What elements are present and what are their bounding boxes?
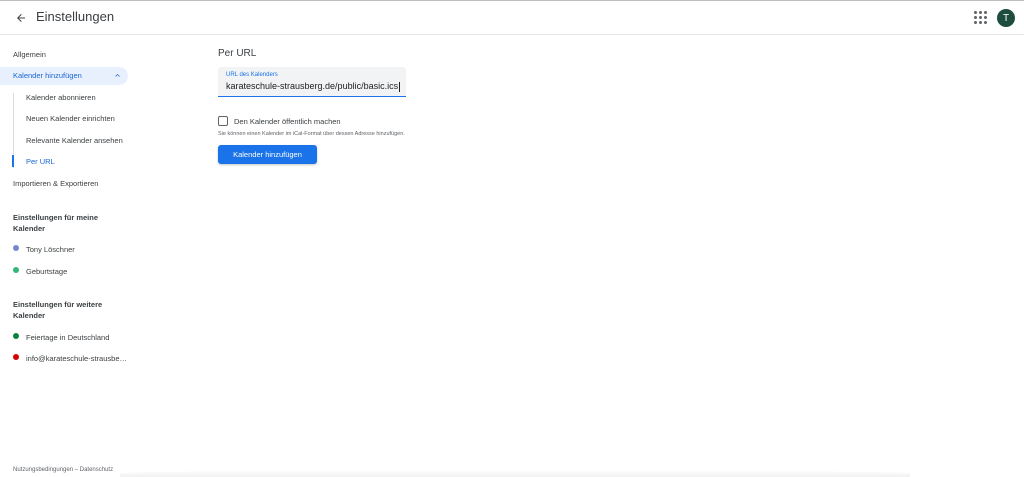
settings-sidebar: Allgemein Kalender hinzufügen Kalender a… <box>0 36 135 477</box>
privacy-link[interactable]: Datenschutz <box>80 467 113 473</box>
sidebar-item-label: Kalender hinzufügen <box>13 71 82 80</box>
sidebar-item-general[interactable]: Allgemein <box>13 50 46 59</box>
back-button[interactable] <box>10 7 32 29</box>
sidebar-item-per-url[interactable]: Per URL <box>26 157 55 166</box>
calendar-url-input[interactable]: URL des Kalenders karateschule-strausber… <box>218 67 406 97</box>
sidebar-item-create-new[interactable]: Neuen Kalender einrichten <box>26 114 115 123</box>
page-title: Einstellungen <box>36 9 115 24</box>
make-public-label[interactable]: Den Kalender öffentlich machen <box>234 117 341 126</box>
my-calendar-item[interactable]: Tony Löschner <box>13 244 75 254</box>
other-calendars-heading: Einstellungen für weitere Kalender <box>13 300 103 320</box>
submenu-active-indicator <box>12 155 14 167</box>
other-calendar-item[interactable]: info@karateschule-strausberg.de <box>13 353 128 363</box>
avatar[interactable]: T <box>997 9 1015 27</box>
sidebar-item-add-calendar[interactable]: Kalender hinzufügen <box>0 67 128 85</box>
terms-link[interactable]: Nutzungsbedingungen <box>13 467 73 473</box>
apps-grid-icon <box>973 10 977 14</box>
url-field-value: karateschule-strausberg.de/public/basic.… <box>226 81 401 92</box>
apps-button[interactable] <box>972 9 988 25</box>
add-calendar-button[interactable]: Kalender hinzufügen <box>218 145 317 164</box>
calendar-color-dot <box>13 354 19 361</box>
text-caret <box>399 81 401 92</box>
sidebar-item-subscribe[interactable]: Kalender abonnieren <box>26 93 96 102</box>
bottom-shadow <box>120 470 910 477</box>
top-bar: Einstellungen T <box>0 1 1024 35</box>
my-calendar-item[interactable]: Geburtstage <box>13 266 67 276</box>
calendar-color-dot <box>13 333 19 340</box>
url-field-label: URL des Kalenders <box>226 72 278 78</box>
sidebar-item-browse-relevant[interactable]: Relevante Kalender ansehen <box>26 136 123 145</box>
my-calendars-heading: Einstellungen für meine Kalender <box>13 213 99 233</box>
arrow-back-icon <box>17 14 25 22</box>
sidebar-item-import-export[interactable]: Importieren & Exportieren <box>13 179 98 188</box>
section-title: Per URL <box>218 48 257 59</box>
footer-links: Nutzungsbedingungen – Datenschutz <box>13 467 113 473</box>
other-calendar-item[interactable]: Feiertage in Deutschland <box>13 332 109 342</box>
calendar-color-dot <box>13 245 19 252</box>
make-public-checkbox[interactable] <box>218 116 228 126</box>
helper-text: Sie können einen Kalender im iCal-Format… <box>218 131 405 137</box>
calendar-color-dot <box>13 267 19 274</box>
chevron-up-icon <box>115 74 120 77</box>
footer-separator: – <box>74 467 79 473</box>
